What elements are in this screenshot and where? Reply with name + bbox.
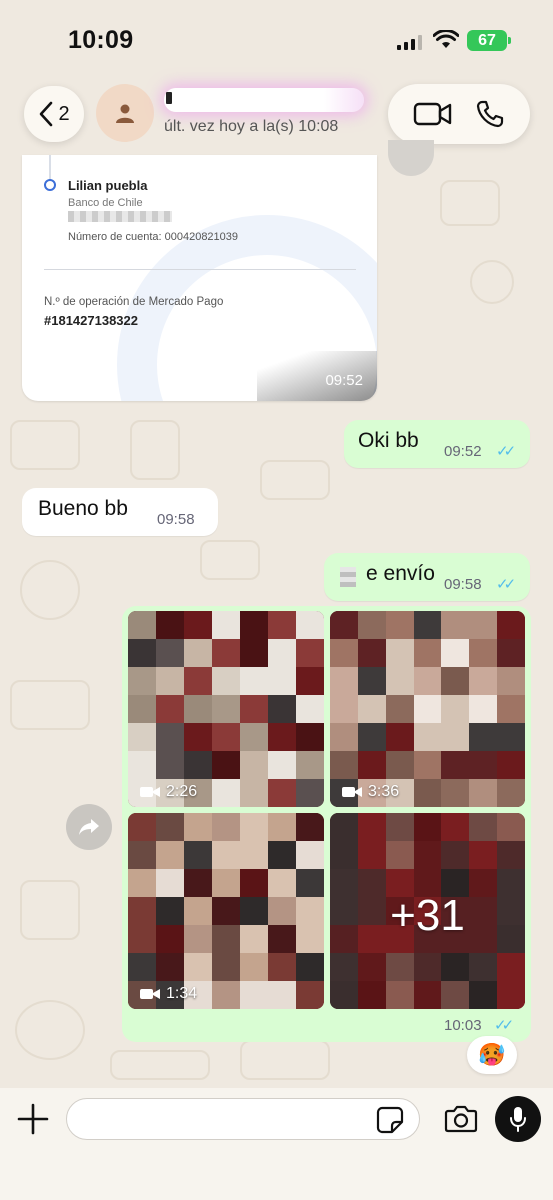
operation-number: #181427138322 xyxy=(44,313,138,328)
microphone-icon xyxy=(510,1107,526,1132)
clock: 10:09 xyxy=(68,26,134,54)
video-camera-icon xyxy=(140,989,160,999)
message-text: Oki bb xyxy=(358,429,419,452)
divider xyxy=(44,269,356,270)
message-time: 09:58 xyxy=(444,576,482,593)
message-time: 09:52 xyxy=(325,372,363,389)
unread-chats-count: 2 xyxy=(58,102,70,125)
video-duration: 1:34 xyxy=(166,985,198,1002)
message-time: 10:03 xyxy=(444,1017,482,1034)
forward-arrow-icon xyxy=(79,819,99,835)
recipient-dot-icon xyxy=(44,179,56,191)
more-media-count: +31 xyxy=(390,891,465,940)
redacted-text xyxy=(340,567,356,587)
message-bubble-outgoing[interactable]: e envío 09:58 ✓✓ xyxy=(324,553,530,601)
video-duration-badge: 1:34 xyxy=(140,985,197,1003)
video-duration-badge: 3:36 xyxy=(342,783,399,801)
read-receipt-icon: ✓✓ xyxy=(496,443,516,460)
message-reaction[interactable]: 🥵 xyxy=(467,1036,517,1074)
operation-label: N.º de operación de Mercado Pago xyxy=(44,296,224,308)
contact-info[interactable]: últ. vez hoy a la(s) 10:08 xyxy=(96,82,376,146)
last-seen-status: últ. vez hoy a la(s) 10:08 xyxy=(164,118,339,135)
message-bubble-outgoing[interactable]: Oki bb 09:52 ✓✓ xyxy=(344,420,530,468)
read-receipt-icon: ✓✓ xyxy=(496,576,516,593)
video-thumbnail[interactable]: 3:36 xyxy=(330,611,525,807)
account-number: Número de cuenta: 000420821039 xyxy=(68,231,239,243)
recipient-bank: Banco de Chile xyxy=(68,197,143,209)
camera-icon[interactable] xyxy=(444,1104,478,1134)
message-text: e envío xyxy=(366,562,435,585)
more-media-tile[interactable]: +31 xyxy=(330,813,525,1009)
battery-indicator: 67 xyxy=(467,30,511,51)
battery-level: 67 xyxy=(478,31,496,49)
recipient-name: Lilian puebla xyxy=(68,178,148,193)
message-composer xyxy=(0,1088,553,1200)
phone-call-icon[interactable] xyxy=(475,99,505,129)
message-input[interactable] xyxy=(66,1098,420,1140)
cellular-signal-icon xyxy=(397,34,422,50)
wifi-icon xyxy=(433,30,459,48)
message-text: Bueno bb xyxy=(38,497,128,520)
video-camera-icon xyxy=(140,787,160,797)
video-thumbnail[interactable]: 2:26 xyxy=(128,611,324,807)
voice-record-button[interactable] xyxy=(495,1096,541,1142)
avatar[interactable] xyxy=(96,84,154,142)
back-button[interactable]: 2 xyxy=(24,86,84,142)
person-icon xyxy=(116,104,134,123)
video-camera-icon xyxy=(342,787,362,797)
video-thumbnail[interactable]: 1:34 xyxy=(128,813,324,1009)
video-duration: 2:26 xyxy=(166,783,198,800)
message-bubble-incoming[interactable]: Bueno bb 09:58 xyxy=(22,488,218,536)
redacted-rut xyxy=(68,211,172,222)
chevron-left-icon xyxy=(40,101,53,127)
message-time: 09:58 xyxy=(157,511,195,528)
sticker-icon[interactable] xyxy=(376,1106,404,1134)
read-receipt-icon: ✓✓ xyxy=(494,1017,514,1034)
video-duration-badge: 2:26 xyxy=(140,783,197,801)
status-bar: 10:09 67 xyxy=(0,0,553,80)
video-duration: 3:36 xyxy=(368,783,400,800)
plus-icon[interactable] xyxy=(16,1102,50,1136)
contact-name xyxy=(164,88,364,112)
transfer-receipt-image[interactable]: Lilian puebla Banco de Chile Número de c… xyxy=(22,155,377,401)
message-time: 09:52 xyxy=(444,443,482,460)
hot-face-emoji-icon: 🥵 xyxy=(478,1042,506,1067)
video-call-icon[interactable] xyxy=(413,101,453,127)
forward-button[interactable] xyxy=(66,804,112,850)
media-album-message[interactable]: 2:26 3:36 1:34 +31 10:03 ✓✓ xyxy=(122,606,531,1042)
call-actions xyxy=(388,84,530,144)
